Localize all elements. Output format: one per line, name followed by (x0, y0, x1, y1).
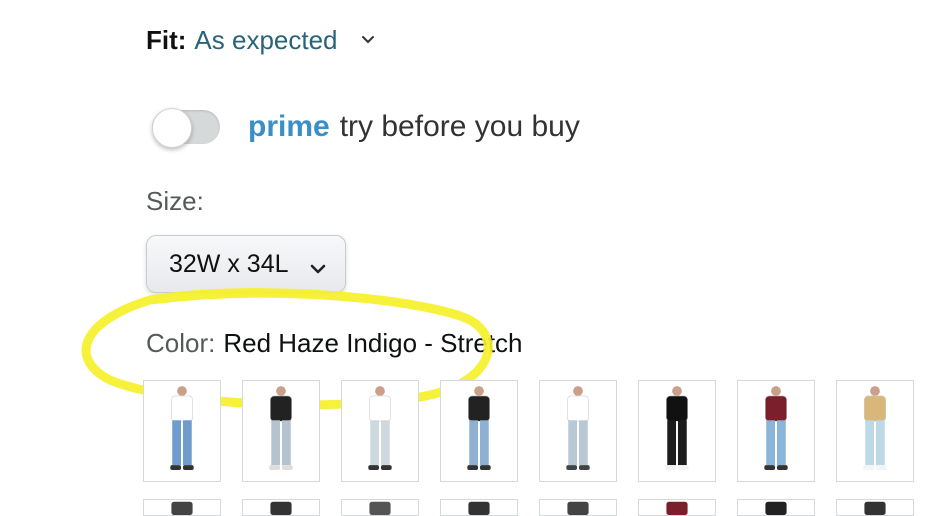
color-swatch[interactable] (638, 499, 716, 516)
color-swatch[interactable] (539, 380, 617, 482)
toggle-knob (152, 108, 192, 148)
color-swatch[interactable] (539, 499, 617, 516)
fit-row[interactable]: Fit: As expected (146, 20, 376, 60)
chevron-down-icon[interactable] (360, 32, 376, 48)
prime-toggle[interactable] (152, 108, 220, 148)
color-row: Color: Red Haze Indigo - Stretch (146, 328, 523, 359)
color-swatch[interactable] (836, 380, 914, 482)
color-swatch[interactable] (836, 499, 914, 516)
fit-value[interactable]: As expected (194, 25, 337, 56)
fit-label: Fit: (146, 24, 187, 55)
color-swatch[interactable] (143, 380, 221, 482)
color-label: Color: (146, 328, 216, 358)
prime-tagline: try before you buy (339, 110, 580, 143)
size-dropdown[interactable]: 32W x 34L (146, 235, 346, 293)
color-swatch[interactable] (440, 380, 518, 482)
color-swatch[interactable] (737, 380, 815, 482)
size-label: Size: (146, 186, 204, 216)
prime-try-before-you-buy: prime try before you buy (152, 104, 580, 150)
color-selected-value: Red Haze Indigo - Stretch (223, 328, 523, 358)
prime-logo-text: prime (248, 110, 330, 143)
color-swatch[interactable] (440, 499, 518, 516)
color-swatch[interactable] (242, 499, 320, 516)
color-swatch[interactable] (638, 380, 716, 482)
color-swatch[interactable] (341, 499, 419, 516)
chevron-down-icon (309, 256, 327, 274)
size-selected-value: 32W x 34L (169, 249, 289, 278)
color-swatch[interactable] (341, 380, 419, 482)
color-swatch[interactable] (242, 380, 320, 482)
color-swatch[interactable] (143, 499, 221, 516)
color-swatch[interactable] (737, 499, 815, 516)
